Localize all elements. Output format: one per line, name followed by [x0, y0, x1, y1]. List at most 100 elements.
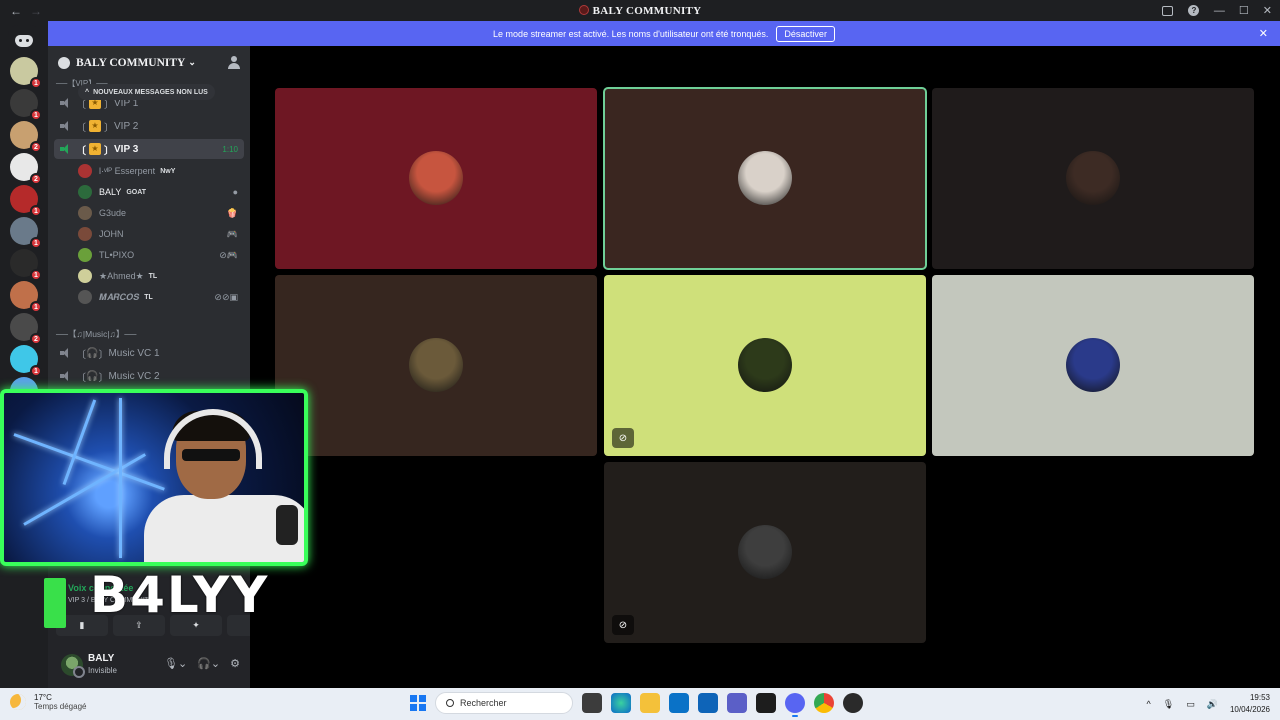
voice-channel-vip3[interactable]: 〔 ★ 〕 VIP 3 1:10 [54, 139, 244, 159]
video-tile[interactable] [603, 87, 927, 270]
voice-member[interactable]: G3ude 🍿 [78, 203, 244, 223]
server-icon[interactable]: 2 [10, 153, 42, 185]
banner-close-icon[interactable]: ✕ [1259, 27, 1268, 40]
network-icon[interactable]: ▭ [1186, 699, 1195, 710]
avatar [409, 338, 463, 392]
disable-streamer-button[interactable]: Désactiver [776, 25, 835, 42]
obs-icon[interactable] [843, 693, 863, 713]
streamer-figure [144, 409, 304, 562]
avatar [1066, 151, 1120, 205]
avatar [78, 227, 92, 241]
video-tile[interactable]: ⊘ [604, 275, 926, 456]
microphone-icon[interactable]: 🎙⌄ [164, 657, 187, 670]
avatar [78, 248, 92, 262]
headphones-icon: 🎧 [86, 347, 99, 359]
category-music[interactable]: ──【♫|Music|♫】── [56, 328, 136, 340]
outlook-icon[interactable] [698, 693, 718, 713]
microphone-icon[interactable]: 🎙 [1163, 699, 1174, 710]
avatar [738, 151, 792, 205]
server-icon[interactable]: 2 [10, 313, 42, 345]
weather-widget[interactable]: 17°C Temps dégagé [10, 693, 86, 711]
unread-badge: 1 [30, 365, 42, 377]
member-name: JOHN [99, 229, 124, 239]
help-button[interactable]: ? [1188, 5, 1200, 17]
terminal-icon[interactable] [756, 693, 776, 713]
discord-taskbar-icon[interactable] [785, 693, 805, 717]
weather-text: Temps dégagé [34, 702, 87, 711]
avatar [738, 525, 792, 579]
system-tray: ^ 🎙 ▭ 🔊 19:53 10/04/2026 [1147, 692, 1270, 716]
voice-member[interactable]: ★Ahmed★ TL [78, 266, 244, 286]
task-view-icon[interactable] [582, 693, 602, 713]
avatar [1066, 338, 1120, 392]
store-icon[interactable] [669, 693, 689, 713]
file-explorer-icon[interactable] [640, 693, 660, 713]
inbox-button[interactable] [1162, 5, 1174, 17]
voice-channel-music2[interactable]: 〔 🎧 〕 Music VC 2 [54, 366, 244, 386]
voice-member[interactable]: l·ᵛᴵᴾ Esserpent NwY [78, 161, 244, 181]
member-tag: NwY [160, 167, 176, 175]
unread-badge: 1 [30, 205, 42, 217]
video-tile[interactable]: ⊘ [604, 462, 926, 643]
taskbar-search[interactable]: Rechercher [435, 692, 573, 714]
window-titlebar: ← → BALY COMMUNITY ? — ☐ ✕ [0, 0, 1280, 21]
volume-icon[interactable]: 🔊 [1207, 699, 1218, 710]
video-tile[interactable] [275, 88, 597, 269]
voice-member[interactable]: JOHN 🎮 [78, 224, 244, 244]
member-name: 𝑴𝑨𝑹𝑪𝑶𝑺 [99, 291, 140, 302]
search-icon [446, 699, 454, 707]
member-name: l·ᵛᴵᴾ Esserpent [99, 166, 156, 176]
streamer-name-overlay: B4LYY [90, 566, 270, 624]
clock[interactable]: 19:53 10/04/2026 [1230, 692, 1270, 716]
home-button[interactable] [8, 25, 40, 57]
voice-channel-vip2[interactable]: 〔 ★ 〕 VIP 2 [54, 116, 244, 136]
voice-member[interactable]: TL•PIXO ⊘🎮 [78, 245, 244, 265]
minimize-button[interactable]: — [1214, 5, 1225, 17]
gear-icon[interactable]: ⚙ [230, 657, 240, 670]
windows-start-icon[interactable] [410, 695, 426, 711]
avatar [78, 290, 92, 304]
windows-taskbar: 17°C Temps dégagé Rechercher ^ 🎙 ▭ 🔊 19:… [0, 688, 1280, 720]
server-icon[interactable]: 1 [10, 185, 42, 217]
avatar[interactable] [61, 654, 85, 678]
member-status-icon: ⊘🎮 [219, 249, 238, 260]
member-status-icon: ● [232, 187, 238, 197]
speaker-icon [60, 121, 72, 131]
server-header[interactable]: BALY COMMUNITY ⌄ [48, 46, 250, 79]
video-tile[interactable] [932, 88, 1254, 269]
chevron-down-icon: ⌄ [188, 57, 196, 67]
video-tile[interactable] [275, 275, 597, 456]
back-button[interactable]: ← [10, 4, 22, 18]
server-icon[interactable]: 1 [10, 217, 42, 249]
voice-member[interactable]: BALY GOAT ● [78, 182, 244, 202]
edge-icon[interactable] [611, 693, 631, 713]
server-icon[interactable]: 1 [10, 281, 42, 313]
overlay-accent-bar [44, 578, 66, 628]
call-timer: 1:10 [222, 144, 238, 154]
server-icon[interactable]: 1 [10, 57, 42, 89]
close-window-button[interactable]: ✕ [1263, 4, 1272, 17]
server-icon[interactable]: 2 [10, 121, 42, 153]
add-user-icon[interactable] [228, 56, 241, 69]
streamer-mode-banner: Le mode streamer est activé. Les noms d'… [48, 21, 1280, 46]
server-icon[interactable]: 1 [10, 89, 42, 121]
window-title: BALY COMMUNITY [0, 4, 1280, 17]
voice-member[interactable]: 𝑴𝑨𝑹𝑪𝑶𝑺 TL ⊘⊘▣ [78, 287, 244, 307]
teams-icon[interactable] [727, 693, 747, 713]
unread-badge: 1 [30, 301, 42, 313]
video-tile[interactable] [932, 275, 1254, 456]
headphones-icon[interactable]: 🎧⌄ [197, 657, 220, 670]
server-icon [58, 56, 70, 69]
chevron-up-icon[interactable]: ^ [1147, 699, 1151, 709]
banner-text: Le mode streamer est activé. Les noms d'… [493, 28, 769, 39]
chrome-icon[interactable] [814, 693, 834, 713]
muted-icon: ⊘ [612, 428, 634, 448]
voice-channel-music1[interactable]: 〔 🎧 〕 Music VC 1 [54, 343, 244, 363]
unread-badge: 1 [30, 109, 42, 121]
server-icon[interactable]: 1 [10, 249, 42, 281]
forward-button[interactable]: → [30, 4, 42, 18]
new-messages-pill[interactable]: ^ NOUVEAUX MESSAGES NON LUS [78, 84, 215, 100]
server-icon[interactable]: 1 [10, 345, 42, 377]
unread-badge: 1 [30, 237, 42, 249]
maximize-button[interactable]: ☐ [1239, 4, 1249, 17]
